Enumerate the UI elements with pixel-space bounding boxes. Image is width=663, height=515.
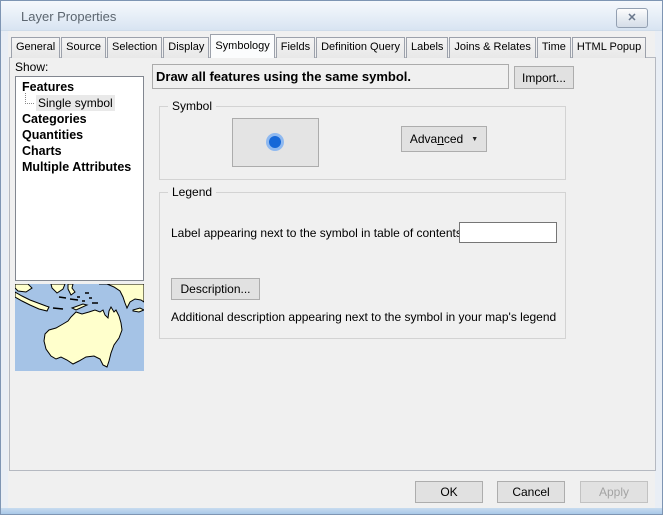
- tree-connector-icon: [25, 93, 34, 104]
- tab-fields[interactable]: Fields: [276, 37, 315, 58]
- import-button[interactable]: Import...: [514, 66, 574, 89]
- legend-groupbox: Legend Label appearing next to the symbo…: [159, 192, 566, 339]
- cancel-button[interactable]: Cancel: [497, 481, 565, 503]
- symbol-preview-button[interactable]: [232, 118, 319, 167]
- tab-time[interactable]: Time: [537, 37, 571, 58]
- toc-label-text: Label appearing next to the symbol in ta…: [171, 226, 465, 240]
- tab-joins-relates[interactable]: Joins & Relates: [449, 37, 535, 58]
- renderer-description: Draw all features using the same symbol.: [156, 69, 411, 84]
- renderer-tree: Features Single symbol Categories Quanti…: [15, 76, 144, 281]
- toc-label-input[interactable]: [459, 222, 557, 243]
- tab-general[interactable]: General: [11, 37, 60, 58]
- symbol-groupbox: Symbol Advanced ▼: [159, 106, 566, 180]
- symbol-group-title: Symbol: [168, 99, 216, 113]
- ok-button[interactable]: OK: [415, 481, 483, 503]
- close-icon: ✕: [627, 12, 636, 24]
- window-frame-left: [1, 31, 8, 514]
- additional-description-text: Additional description appearing next to…: [171, 310, 556, 324]
- tab-source[interactable]: Source: [61, 37, 106, 58]
- tree-item-charts[interactable]: Charts: [16, 143, 143, 159]
- map-preview-image: [15, 284, 144, 371]
- tree-item-single-symbol[interactable]: Single symbol: [16, 95, 143, 111]
- layer-properties-dialog: Layer Properties ✕ General Source Select…: [0, 0, 663, 515]
- tree-item-categories[interactable]: Categories: [16, 111, 143, 127]
- legend-group-title: Legend: [168, 185, 216, 199]
- dropdown-arrow-icon: ▼: [471, 136, 478, 143]
- advanced-label-post: ced: [444, 132, 463, 146]
- window-frame-right: [655, 31, 662, 514]
- tab-definition-query[interactable]: Definition Query: [316, 37, 405, 58]
- tree-item-quantities[interactable]: Quantities: [16, 127, 143, 143]
- map-preview: [15, 284, 144, 371]
- window-title: Layer Properties: [21, 9, 116, 24]
- show-label: Show:: [15, 60, 48, 74]
- close-button[interactable]: ✕: [616, 8, 648, 28]
- tab-symbology[interactable]: Symbology: [210, 34, 274, 58]
- point-symbol-icon: [233, 119, 318, 166]
- tab-html-popup[interactable]: HTML Popup: [572, 37, 646, 58]
- tab-selection[interactable]: Selection: [107, 37, 162, 58]
- tree-item-features[interactable]: Features: [16, 79, 143, 95]
- renderer-description-box: Draw all features using the same symbol.: [152, 64, 509, 89]
- tree-item-multiple-attributes[interactable]: Multiple Attributes: [16, 159, 143, 175]
- advanced-label-mnemonic: n: [437, 132, 444, 146]
- tab-bar: General Source Selection Display Symbolo…: [11, 35, 647, 58]
- tab-labels[interactable]: Labels: [406, 37, 448, 58]
- tab-display[interactable]: Display: [163, 37, 209, 58]
- apply-button[interactable]: Apply: [580, 481, 648, 503]
- description-button[interactable]: Description...: [171, 278, 260, 300]
- advanced-dropdown-button[interactable]: Advanced ▼: [401, 126, 487, 152]
- window-frame-bottom: [1, 508, 662, 514]
- advanced-label-pre: Adva: [410, 132, 437, 146]
- tree-item-label: Single symbol: [36, 95, 115, 111]
- title-bar[interactable]: Layer Properties ✕: [1, 1, 662, 31]
